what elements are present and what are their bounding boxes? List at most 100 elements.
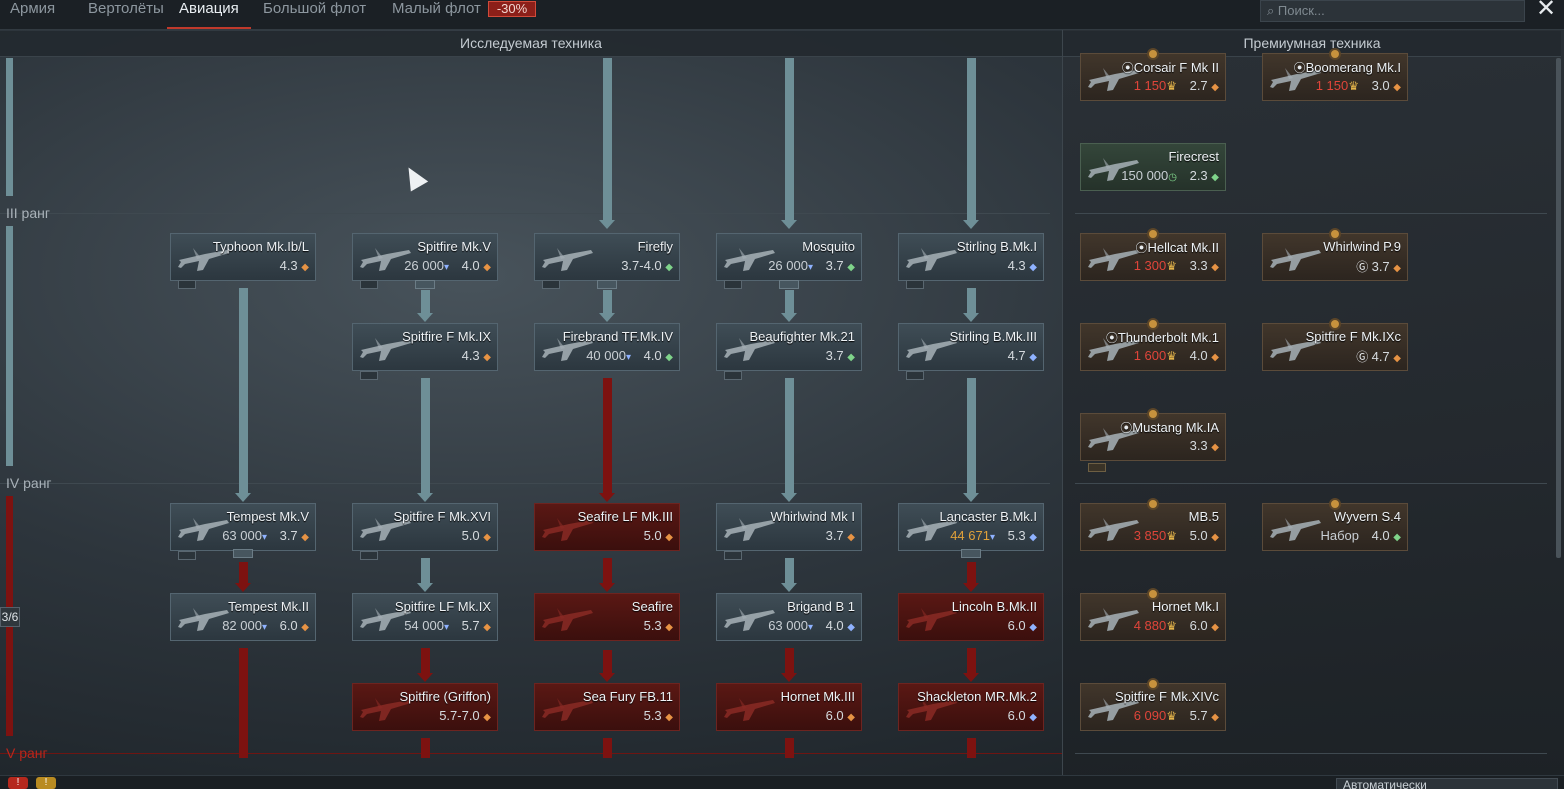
tree-connector: [421, 648, 430, 674]
group-indicator[interactable]: [233, 549, 253, 558]
battle-rating: 5.0 ◆: [1189, 528, 1219, 543]
vehicle-card[interactable]: Mosquito 26 000▾ 3.7 ◆: [716, 233, 862, 281]
vehicle-card[interactable]: Hornet Mk.I 4 880♛ 6.0 ◆: [1080, 588, 1226, 641]
battle-rating: 4.0 ◆: [1189, 348, 1219, 363]
vehicle-card[interactable]: Spitfire Mk.V 26 000▾ 4.0 ◆: [352, 233, 498, 281]
vehicle-card[interactable]: Wyvern S.4 Набор 4.0 ◆: [1262, 498, 1408, 551]
rank-diamond-icon: ◆: [1029, 712, 1037, 723]
vehicle-card[interactable]: Beaufighter Mk.21 3.7 ◆: [716, 323, 862, 371]
premium-badge-icon: [1147, 678, 1159, 690]
alert-icon[interactable]: !: [8, 777, 28, 789]
warning-icon[interactable]: !: [36, 777, 56, 789]
tree-connector: [603, 58, 612, 220]
tree-arrow: [599, 583, 615, 592]
group-indicator[interactable]: [415, 280, 435, 289]
vehicle-card[interactable]: ⦿Thunderbolt Mk.1 1 600♛ 4.0 ◆: [1080, 318, 1226, 371]
vehicle-card[interactable]: Shackleton MR.Mk.2 6.0 ◆: [898, 683, 1044, 731]
vehicle-card[interactable]: Seafire LF Mk.III 5.0 ◆: [534, 503, 680, 551]
battle-rating: 2.7 ◆: [1189, 78, 1219, 93]
vehicle-card[interactable]: ⦿Hellcat Mk.II 1 300♛ 3.3 ◆: [1080, 228, 1226, 281]
rank-diamond-icon: ◆: [665, 532, 673, 543]
vehicle-name: ⦿Corsair F Mk II: [1121, 60, 1219, 75]
vehicle-card[interactable]: ⦿Mustang Mk.IA 3.3 ◆: [1080, 408, 1226, 461]
vehicle-card[interactable]: Typhoon Mk.Ib/L 4.3 ◆: [170, 233, 316, 281]
tree-arrow: [781, 313, 797, 322]
tab-helicopters[interactable]: Вертолёты: [88, 0, 164, 28]
vehicle-cost: 26 000▾: [768, 258, 813, 273]
group-indicator[interactable]: [961, 549, 981, 558]
vehicle-name: Spitfire (Griffon): [399, 689, 491, 704]
vehicle-card[interactable]: Tempest Mk.V 63 000▾ 3.7 ◆: [170, 503, 316, 551]
vehicle-card[interactable]: Stirling B.Mk.III 4.7 ◆: [898, 323, 1044, 371]
vehicle-card[interactable]: Lincoln B.Mk.II 6.0 ◆: [898, 593, 1044, 641]
vehicle-card[interactable]: Lancaster B.Mk.I 44 671▾ 5.3 ◆: [898, 503, 1044, 551]
vehicle-cost: 44 671▾: [950, 528, 995, 543]
tree-arrow: [963, 493, 979, 502]
vehicle-card[interactable]: Spitfire F Mk.XIVc 6 090♛ 5.7 ◆: [1080, 678, 1226, 731]
vehicle-card[interactable]: Tempest Mk.II 82 000▾ 6.0 ◆: [170, 593, 316, 641]
tree-arrow: [417, 313, 433, 322]
rank-diamond-icon: ◆: [1211, 352, 1219, 363]
battle-rating: 5.7 ◆: [1189, 708, 1219, 723]
vehicle-card[interactable]: Stirling B.Mk.I 4.3 ◆: [898, 233, 1044, 281]
rank-diamond-icon: ◆: [1211, 82, 1219, 93]
tree-arrow: [235, 493, 251, 502]
vehicle-card[interactable]: Spitfire F Mk.XVI 5.0 ◆: [352, 503, 498, 551]
tree-arrow: [417, 673, 433, 682]
golden-eagle-icon: ♛: [1166, 79, 1177, 93]
vehicle-card[interactable]: Firefly 3.7-4.0 ◆: [534, 233, 680, 281]
folder-icon: [178, 551, 196, 560]
rank-diamond-icon: ◆: [1393, 263, 1401, 274]
battle-rating: 3.7 ◆: [279, 528, 309, 543]
rank-diamond-icon: ◆: [1393, 532, 1401, 543]
search-input[interactable]: ⌕ Поиск...: [1260, 0, 1525, 22]
rank-diamond-icon: ◆: [847, 262, 855, 273]
rank-diamond-icon: ◆: [483, 532, 491, 543]
vehicle-card[interactable]: Brigand B 1 63 000▾ 4.0 ◆: [716, 593, 862, 641]
vehicle-cost: 1 600♛: [1133, 348, 1177, 363]
vehicle-name: Spitfire LF Mk.IX: [394, 599, 491, 614]
group-indicator[interactable]: [597, 280, 617, 289]
vehicle-card[interactable]: ⦿Boomerang Mk.I 1 150♛ 3.0 ◆: [1262, 48, 1408, 101]
close-icon[interactable]: ✕: [1534, 0, 1558, 22]
tree-arrow: [963, 583, 979, 592]
tree-connector: [603, 738, 612, 758]
vehicle-card[interactable]: Spitfire LF Mk.IX 54 000▾ 5.7 ◆: [352, 593, 498, 641]
scrollbar[interactable]: [1556, 58, 1561, 558]
vehicle-card[interactable]: Spitfire F Mk.IX 4.3 ◆: [352, 323, 498, 371]
vehicle-card[interactable]: Whirlwind P.9 Ⓖ 3.7 ◆: [1262, 228, 1408, 281]
bottom-bar: [0, 775, 1564, 789]
tab-army[interactable]: Армия: [10, 0, 55, 28]
vehicle-card[interactable]: Spitfire F Mk.IXc Ⓖ 4.7 ◆: [1262, 318, 1408, 371]
rank-progress-counter: 3/6: [0, 607, 20, 627]
tab-bluewater-fleet[interactable]: Большой флот: [263, 0, 366, 28]
vehicle-name: Spitfire F Mk.XIVc: [1114, 689, 1219, 704]
premium-ring-icon: ⦿: [1135, 241, 1148, 255]
vehicle-card[interactable]: ⦿Corsair F Mk II 1 150♛ 2.7 ◆: [1080, 48, 1226, 101]
auto-dropdown[interactable]: Автоматически: [1336, 778, 1558, 789]
folder-icon: [360, 371, 378, 380]
tab-coastal-fleet[interactable]: Малый флот: [392, 0, 481, 28]
column-divider: [1062, 30, 1063, 775]
vehicle-card[interactable]: Firecrest 150 000◷ 2.3 ◆: [1080, 143, 1226, 191]
battle-rating: 6.0 ◆: [1189, 618, 1219, 633]
golden-eagle-icon: ♛: [1166, 259, 1177, 273]
vehicle-cost: 3 850♛: [1133, 528, 1177, 543]
battle-rating: Ⓖ 3.7 ◆: [1356, 259, 1401, 274]
folder-icon: [724, 280, 742, 289]
tab-aviation[interactable]: Авиация: [167, 0, 251, 29]
vehicle-card[interactable]: Hornet Mk.III 6.0 ◆: [716, 683, 862, 731]
rank-separator: [0, 213, 1050, 214]
rank-diamond-icon: ◆: [665, 622, 673, 633]
rank-diamond-icon: ◆: [483, 622, 491, 633]
vehicle-card[interactable]: Sea Fury FB.11 5.3 ◆: [534, 683, 680, 731]
group-indicator[interactable]: [779, 280, 799, 289]
vehicle-card[interactable]: Seafire 5.3 ◆: [534, 593, 680, 641]
vehicle-card[interactable]: Whirlwind Mk I 3.7 ◆: [716, 503, 862, 551]
research-points-icon: ▾: [625, 352, 631, 363]
battle-rating: 4.0 ◆: [643, 348, 673, 363]
vehicle-card[interactable]: Spitfire (Griffon) 5.7-7.0 ◆: [352, 683, 498, 731]
rank-label-3: III ранг: [6, 205, 50, 221]
vehicle-card[interactable]: Firebrand TF.Mk.IV 40 000▾ 4.0 ◆: [534, 323, 680, 371]
vehicle-card[interactable]: MB.5 3 850♛ 5.0 ◆: [1080, 498, 1226, 551]
